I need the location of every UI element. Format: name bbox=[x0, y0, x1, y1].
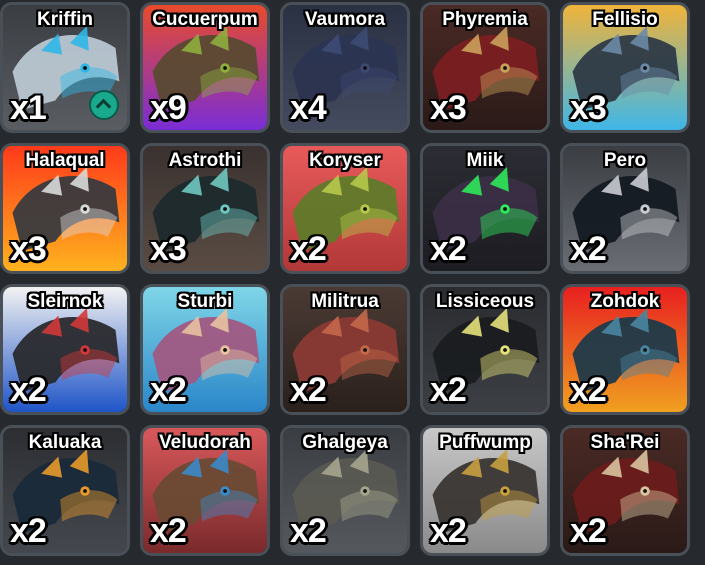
creature-tile-koryser[interactable]: Koryser x2 bbox=[280, 143, 410, 274]
creature-tile-sleirnok[interactable]: Sleirnok x2 bbox=[0, 284, 130, 415]
creature-name: Kriffin bbox=[37, 9, 93, 30]
creature-count: x9 bbox=[150, 89, 187, 127]
creature-count: x2 bbox=[10, 512, 47, 550]
creature-name: Ghalgeya bbox=[302, 432, 388, 453]
creature-tile-phyremia[interactable]: Phyremia x3 bbox=[420, 2, 550, 133]
creature-tile-sturbi[interactable]: Sturbi x2 bbox=[140, 284, 270, 415]
creature-name: Pero bbox=[603, 150, 647, 171]
creature-count: x2 bbox=[570, 371, 607, 409]
creature-tile-ghalgeya[interactable]: Ghalgeya x2 bbox=[280, 425, 410, 556]
creature-count: x2 bbox=[430, 371, 467, 409]
creature-tile-vaumora[interactable]: Vaumora x4 bbox=[280, 2, 410, 133]
creature-name: Koryser bbox=[309, 150, 381, 171]
creature-tile-fellisio[interactable]: Fellisio x3 bbox=[560, 2, 690, 133]
creature-count: x3 bbox=[10, 230, 47, 268]
creature-tile-sharei[interactable]: Sha'Rei x2 bbox=[560, 425, 690, 556]
creature-tile-miik[interactable]: Miik x2 bbox=[420, 143, 550, 274]
creature-count: x2 bbox=[570, 512, 607, 550]
creature-count: x2 bbox=[290, 371, 327, 409]
creature-name: Puffwump bbox=[439, 432, 531, 453]
creature-name: Kaluaka bbox=[28, 432, 102, 453]
creature-tile-halaqual[interactable]: Halaqual x3 bbox=[0, 143, 130, 274]
creature-count: x2 bbox=[150, 512, 187, 550]
creature-tile-pero[interactable]: Pero x2 bbox=[560, 143, 690, 274]
creature-inventory-grid: Kriffin x1 Cucuerpum x9 Vaumora x4 Phyremia x3 F… bbox=[0, 0, 705, 565]
creature-tile-militrua[interactable]: Militrua x2 bbox=[280, 284, 410, 415]
creature-name: Militrua bbox=[311, 291, 379, 312]
creature-count: x3 bbox=[150, 230, 187, 268]
creature-tile-astrothi[interactable]: Astrothi x3 bbox=[140, 143, 270, 274]
creature-name: Veludorah bbox=[159, 432, 251, 453]
creature-name: Sha'Rei bbox=[590, 432, 660, 453]
creature-name: Zohdok bbox=[590, 291, 660, 312]
upgrade-chevron-icon[interactable] bbox=[89, 90, 119, 120]
creature-tile-kriffin[interactable]: Kriffin x1 bbox=[0, 2, 130, 133]
creature-tile-zohdok[interactable]: Zohdok x2 bbox=[560, 284, 690, 415]
creature-tile-lissiceous[interactable]: Lissiceous x2 bbox=[420, 284, 550, 415]
creature-count: x2 bbox=[430, 230, 467, 268]
creature-count: x2 bbox=[150, 371, 187, 409]
creature-count: x2 bbox=[290, 512, 327, 550]
creature-count: x3 bbox=[570, 89, 607, 127]
creature-tile-kaluaka[interactable]: Kaluaka x2 bbox=[0, 425, 130, 556]
creature-tile-veludorah[interactable]: Veludorah x2 bbox=[140, 425, 270, 556]
creature-name: Astrothi bbox=[168, 150, 242, 171]
creature-count: x2 bbox=[570, 230, 607, 268]
creature-count: x2 bbox=[10, 371, 47, 409]
creature-name: Halaqual bbox=[25, 150, 105, 171]
creature-name: Sturbi bbox=[177, 291, 233, 312]
creature-count: x2 bbox=[430, 512, 467, 550]
creature-name: Cucuerpum bbox=[152, 9, 258, 30]
creature-name: Fellisio bbox=[592, 9, 658, 30]
creature-count: x2 bbox=[290, 230, 327, 268]
creature-name: Miik bbox=[466, 150, 504, 171]
creature-count: x3 bbox=[430, 89, 467, 127]
creature-name: Sleirnok bbox=[27, 291, 103, 312]
creature-name: Phyremia bbox=[442, 9, 528, 30]
creature-name: Vaumora bbox=[304, 9, 386, 30]
creature-count: x4 bbox=[290, 89, 327, 127]
creature-count: x1 bbox=[10, 89, 47, 127]
creature-name: Lissiceous bbox=[435, 291, 535, 312]
creature-tile-puffwump[interactable]: Puffwump x2 bbox=[420, 425, 550, 556]
creature-tile-cucuerpum[interactable]: Cucuerpum x9 bbox=[140, 2, 270, 133]
